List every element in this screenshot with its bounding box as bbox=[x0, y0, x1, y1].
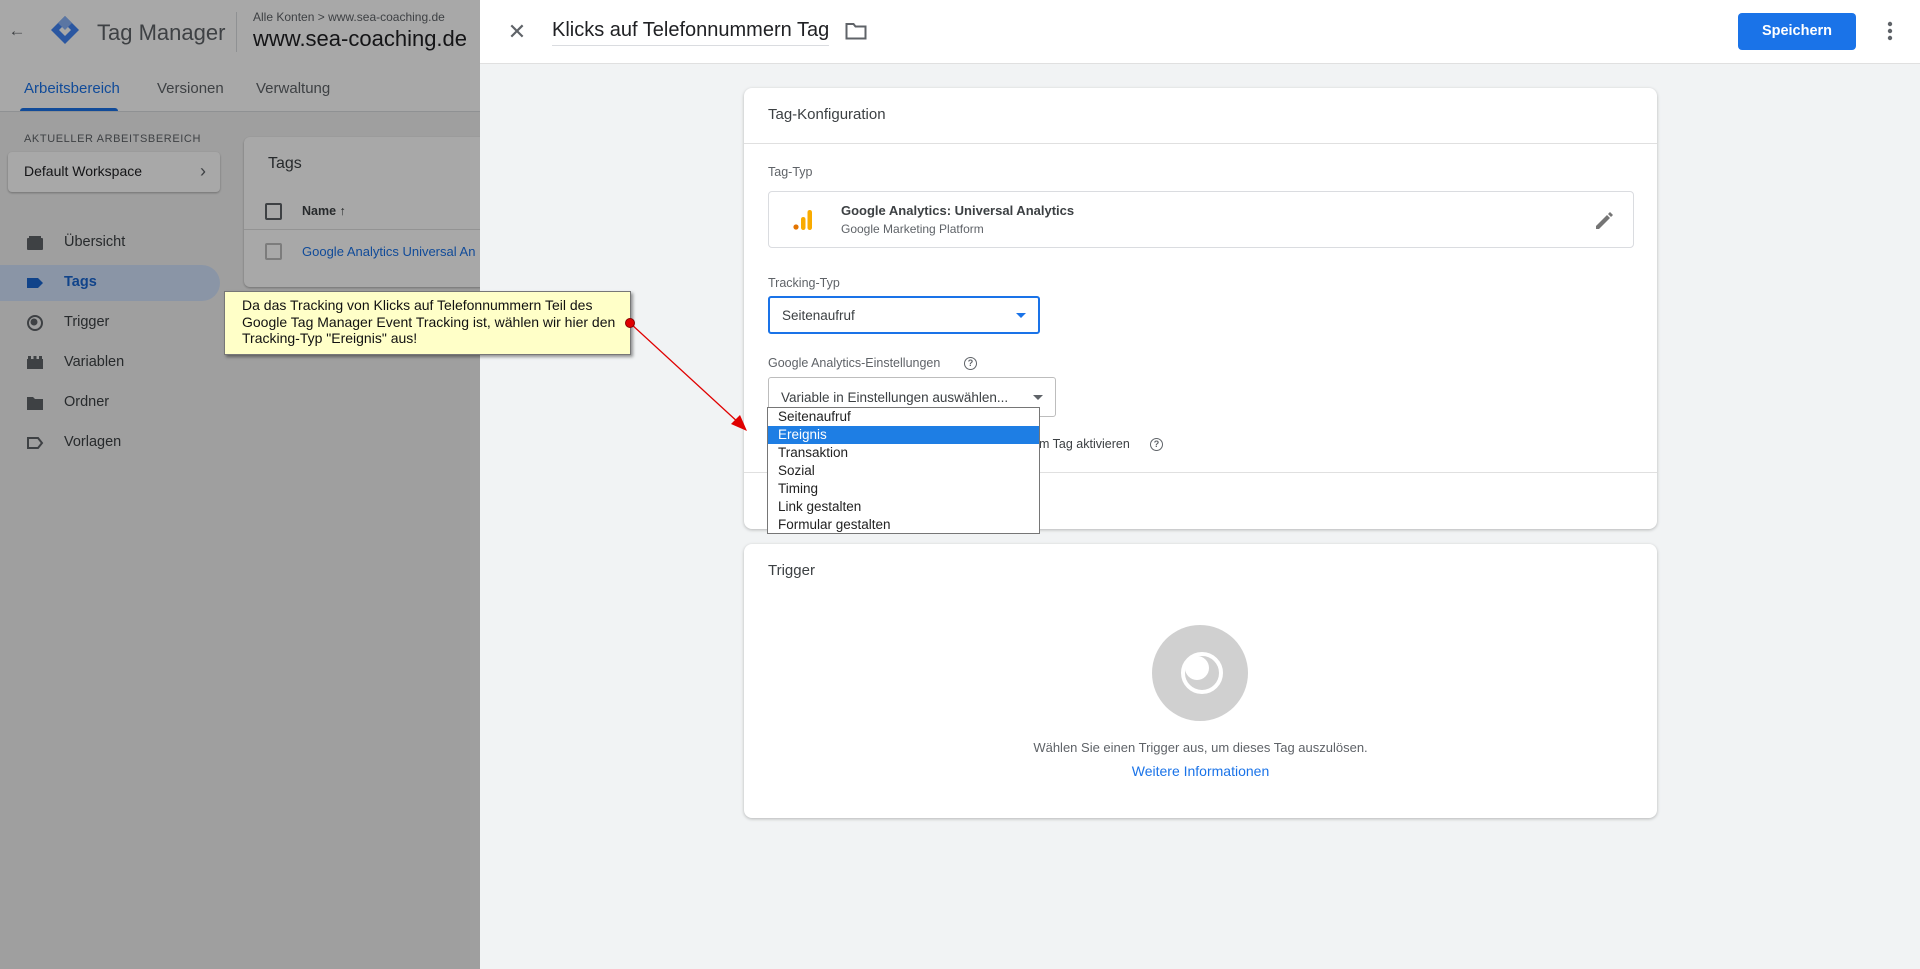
option-transaktion[interactable]: Transaktion bbox=[768, 444, 1039, 462]
dropdown-caret-icon bbox=[1016, 313, 1026, 318]
tracking-type-value: Seitenaufruf bbox=[782, 308, 855, 323]
help-icon[interactable]: ? bbox=[1150, 438, 1163, 451]
tag-editor-panel: ✕ Klicks auf Telefonnummern Tag Speicher… bbox=[480, 0, 1920, 969]
trigger-icon bbox=[1181, 652, 1223, 694]
option-ereignis[interactable]: Ereignis bbox=[768, 426, 1039, 444]
tracking-type-dropdown-list[interactable]: Seitenaufruf Ereignis Transaktion Sozial… bbox=[767, 407, 1040, 534]
annotation-text: Da das Tracking von Klicks auf Telefonnu… bbox=[242, 297, 616, 346]
tag-type-provider: Google Marketing Platform bbox=[841, 222, 984, 236]
google-analytics-logo-icon bbox=[793, 210, 812, 230]
tag-type-selector[interactable]: Google Analytics: Universal Analytics Go… bbox=[768, 191, 1634, 248]
tag-configuration-header: Tag-Konfiguration bbox=[744, 88, 1657, 144]
trigger-hint-text: Wählen Sie einen Trigger aus, um dieses … bbox=[1033, 740, 1368, 755]
tag-editor-header: ✕ Klicks auf Telefonnummern Tag Speicher… bbox=[480, 0, 1920, 64]
save-button[interactable]: Speichern bbox=[1738, 13, 1856, 50]
annotation-callout: Da das Tracking von Klicks auf Telefonnu… bbox=[224, 291, 631, 355]
option-link-gestalten[interactable]: Link gestalten bbox=[768, 498, 1039, 516]
tag-type-name: Google Analytics: Universal Analytics bbox=[841, 203, 1075, 218]
option-sozial[interactable]: Sozial bbox=[768, 462, 1039, 480]
close-icon[interactable]: ✕ bbox=[503, 18, 531, 46]
ga-settings-label: Google Analytics-Einstellungen bbox=[768, 356, 941, 370]
tracking-type-select[interactable]: Seitenaufruf bbox=[768, 296, 1040, 334]
dropdown-caret-icon bbox=[1033, 395, 1043, 400]
more-vert-icon[interactable] bbox=[1878, 17, 1902, 45]
tag-configuration-title: Tag-Konfiguration bbox=[768, 106, 886, 123]
pencil-edit-icon[interactable] bbox=[1593, 210, 1615, 232]
option-timing[interactable]: Timing bbox=[768, 480, 1039, 498]
folder-outline-icon[interactable] bbox=[845, 22, 867, 40]
triggering-title: Trigger bbox=[768, 562, 815, 579]
ga-settings-value: Variable in Einstellungen auswählen... bbox=[781, 390, 1009, 405]
tag-name-field[interactable]: Klicks auf Telefonnummern Tag bbox=[552, 19, 830, 46]
trigger-placeholder[interactable] bbox=[1152, 625, 1248, 721]
learn-more-link[interactable]: Weitere Informationen bbox=[744, 763, 1657, 779]
gtm-workspace-background: ← Tag Manager Alle Konten > www.sea-coac… bbox=[0, 0, 480, 969]
option-formular-gestalten[interactable]: Formular gestalten bbox=[768, 516, 1039, 534]
option-seitenaufruf[interactable]: Seitenaufruf bbox=[768, 408, 1039, 426]
tracking-type-label: Tracking-Typ bbox=[768, 276, 840, 290]
tag-type-label: Tag-Typ bbox=[768, 165, 813, 179]
override-settings-checkbox-label[interactable]: m Tag aktivieren bbox=[1039, 437, 1130, 451]
triggering-card[interactable]: Trigger Wählen Sie einen Trigger aus, um… bbox=[744, 544, 1657, 818]
help-icon[interactable]: ? bbox=[964, 357, 977, 370]
modal-backdrop[interactable] bbox=[0, 0, 480, 969]
